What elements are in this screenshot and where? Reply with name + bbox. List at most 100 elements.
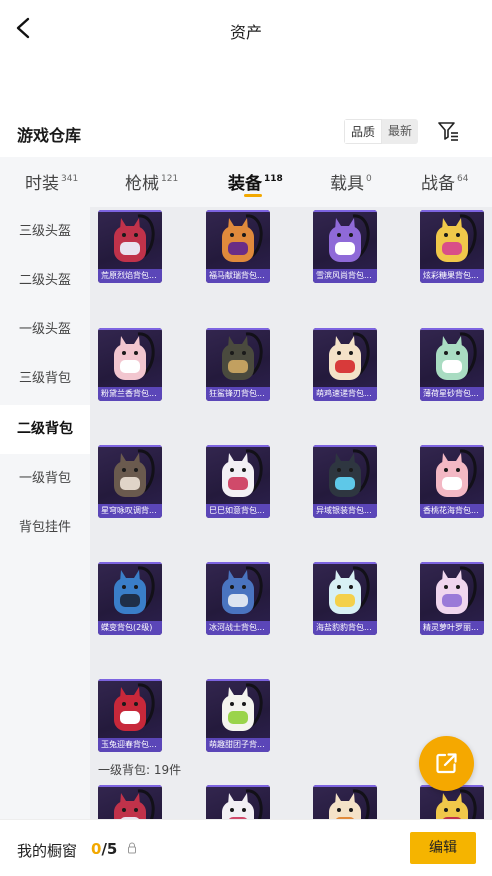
item-name: 炫彩糖果背包...: [420, 269, 484, 283]
item-name: 海盐豹豹背包...: [313, 621, 377, 635]
share-button[interactable]: [419, 736, 474, 791]
item-name: 玉兔迎春背包...: [98, 738, 162, 752]
item-card[interactable]: 雪滨风尚背包...: [313, 210, 377, 283]
item-card[interactable]: 海盐豹豹背包...: [313, 562, 377, 635]
page-title: 资产: [229, 23, 262, 42]
item-name: 粉黛兰香背包...: [98, 387, 162, 401]
item-name: 萌趣甜团子背...: [206, 738, 270, 752]
showcase-total: /5: [101, 840, 118, 858]
backpack-icon: [436, 214, 477, 262]
item-card[interactable]: 萌趣甜团子背...: [206, 679, 270, 752]
item-name: 荒原烈焰背包...: [98, 269, 162, 283]
backpack-icon: [329, 789, 370, 819]
item-name: 异域银装背包...: [313, 504, 377, 518]
backpack-icon: [114, 566, 155, 614]
item-card[interactable]: 巳巳如意背包...: [206, 445, 270, 518]
item-card[interactable]: 粉黛兰香背包...: [98, 328, 162, 401]
item-card[interactable]: 福马献瑞背包...: [206, 210, 270, 283]
backpack-icon: [329, 332, 370, 380]
item-name: 狂鲨锋刃背包...: [206, 387, 270, 401]
top-bar: 资产: [0, 0, 492, 58]
tab-label: 装备: [228, 174, 262, 194]
tab-label: 枪械: [125, 174, 159, 194]
warehouse-title: 游戏仓库: [17, 126, 82, 145]
tab-count: 64: [457, 174, 469, 184]
backpack-icon: [114, 683, 155, 731]
sort-quality-button[interactable]: 品质: [344, 119, 382, 144]
showcase-label: 我的橱窗: [17, 842, 78, 860]
showcase-current: 0: [91, 840, 102, 858]
tab-label: 战备: [421, 174, 455, 194]
item-name: 福马献瑞背包...: [206, 269, 270, 283]
backpack-icon: [222, 332, 263, 380]
sidebar-item-level1-helmet[interactable]: 一级头盔: [0, 305, 90, 354]
filter-list-icon[interactable]: [437, 120, 459, 142]
item-name: 冰河战士背包...: [206, 621, 270, 635]
tab-supplies[interactable]: 战备 64: [421, 169, 468, 194]
bottom-bar: 我的橱窗 0/5 编辑: [0, 819, 492, 876]
showcase-count: 0/5: [91, 840, 117, 858]
tab-count: 0: [366, 174, 372, 184]
item-name: 蝶变背包(2级): [98, 621, 162, 635]
backpack-icon: [329, 214, 370, 262]
edit-button[interactable]: 编辑: [410, 832, 476, 864]
item-card[interactable]: 蝶变背包(2级): [98, 562, 162, 635]
backpack-icon: [436, 332, 477, 380]
backpack-icon: [222, 566, 263, 614]
item-name: 薄荷星砂背包...: [420, 387, 484, 401]
item-name: 雪滨风尚背包...: [313, 269, 377, 283]
sidebar: 三级头盔 二级头盔 一级头盔 三级背包 二级背包 一级背包 背包挂件: [0, 207, 90, 819]
item-name: 精灵萝叶罗丽...: [420, 621, 484, 635]
item-card[interactable]: 星穹咏叹调背...: [98, 445, 162, 518]
tab-count: 118: [264, 174, 283, 184]
item-card[interactable]: 冰河战士背包...: [206, 562, 270, 635]
sidebar-item-backpack-charm[interactable]: 背包挂件: [0, 503, 90, 552]
category-tabs: 时装 341 枪械 121 装备 118 载具 0 战备 64: [0, 157, 492, 207]
backpack-icon: [114, 332, 155, 380]
tab-fashion[interactable]: 时装 341: [25, 169, 78, 194]
item-name: 星穹咏叹调背...: [98, 504, 162, 518]
sidebar-item-level3-helmet[interactable]: 三级头盔: [0, 207, 90, 256]
item-card[interactable]: 萌鸡速递背包...: [313, 328, 377, 401]
tab-count: 341: [61, 174, 79, 184]
item-card[interactable]: 薄荷星砂背包...: [420, 328, 484, 401]
backpack-icon: [436, 449, 477, 497]
sort-toggle: 品质 最新: [344, 119, 418, 144]
item-name: 萌鸡速递背包...: [313, 387, 377, 401]
item-card[interactable]: 精灵萝叶罗丽...: [420, 562, 484, 635]
tab-vehicles[interactable]: 载具 0: [330, 169, 372, 194]
sort-latest-button[interactable]: 最新: [382, 119, 418, 144]
sidebar-item-level3-backpack[interactable]: 三级背包: [0, 354, 90, 403]
item-card[interactable]: 玉兔迎春背包...: [98, 679, 162, 752]
active-tab-indicator: [244, 194, 262, 197]
backpack-icon: [222, 214, 263, 262]
item-card[interactable]: 香桃花海背包...: [420, 445, 484, 518]
item-name: 巳巳如意背包...: [206, 504, 270, 518]
share-external-icon: [436, 753, 457, 774]
backpack-icon: [114, 789, 155, 819]
backpack-icon: [329, 449, 370, 497]
lock-icon: [128, 842, 136, 854]
tab-equipment[interactable]: 装备 118: [228, 169, 283, 194]
sidebar-item-level1-backpack[interactable]: 一级背包: [0, 454, 90, 503]
item-card[interactable]: 狂鲨锋刃背包...: [206, 328, 270, 401]
backpack-icon: [222, 683, 263, 731]
item-card[interactable]: 炫彩糖果背包...: [420, 210, 484, 283]
item-card[interactable]: 荒原烈焰背包...: [98, 210, 162, 283]
item-name: 香桃花海背包...: [420, 504, 484, 518]
backpack-icon: [222, 449, 263, 497]
item-card-preview[interactable]: [313, 785, 377, 819]
item-card[interactable]: 异域银装背包...: [313, 445, 377, 518]
tab-weapons[interactable]: 枪械 121: [125, 169, 178, 194]
backpack-icon: [222, 789, 263, 819]
sidebar-item-level2-backpack[interactable]: 二级背包: [0, 405, 90, 454]
item-card-preview[interactable]: [98, 785, 162, 819]
tab-count: 121: [161, 174, 179, 184]
backpack-icon: [114, 214, 155, 262]
sidebar-item-level2-helmet[interactable]: 二级头盔: [0, 256, 90, 305]
backpack-icon: [436, 566, 477, 614]
item-grid: 荒原烈焰背包... 福马献瑞背包... 雪滨风尚背包... 炫彩糖果背包... 粉黛兰香…: [90, 207, 492, 819]
tab-label: 载具: [330, 174, 364, 194]
section-header-level1-backpack: 一级背包: 19件: [98, 763, 182, 777]
item-card-preview[interactable]: [206, 785, 270, 819]
